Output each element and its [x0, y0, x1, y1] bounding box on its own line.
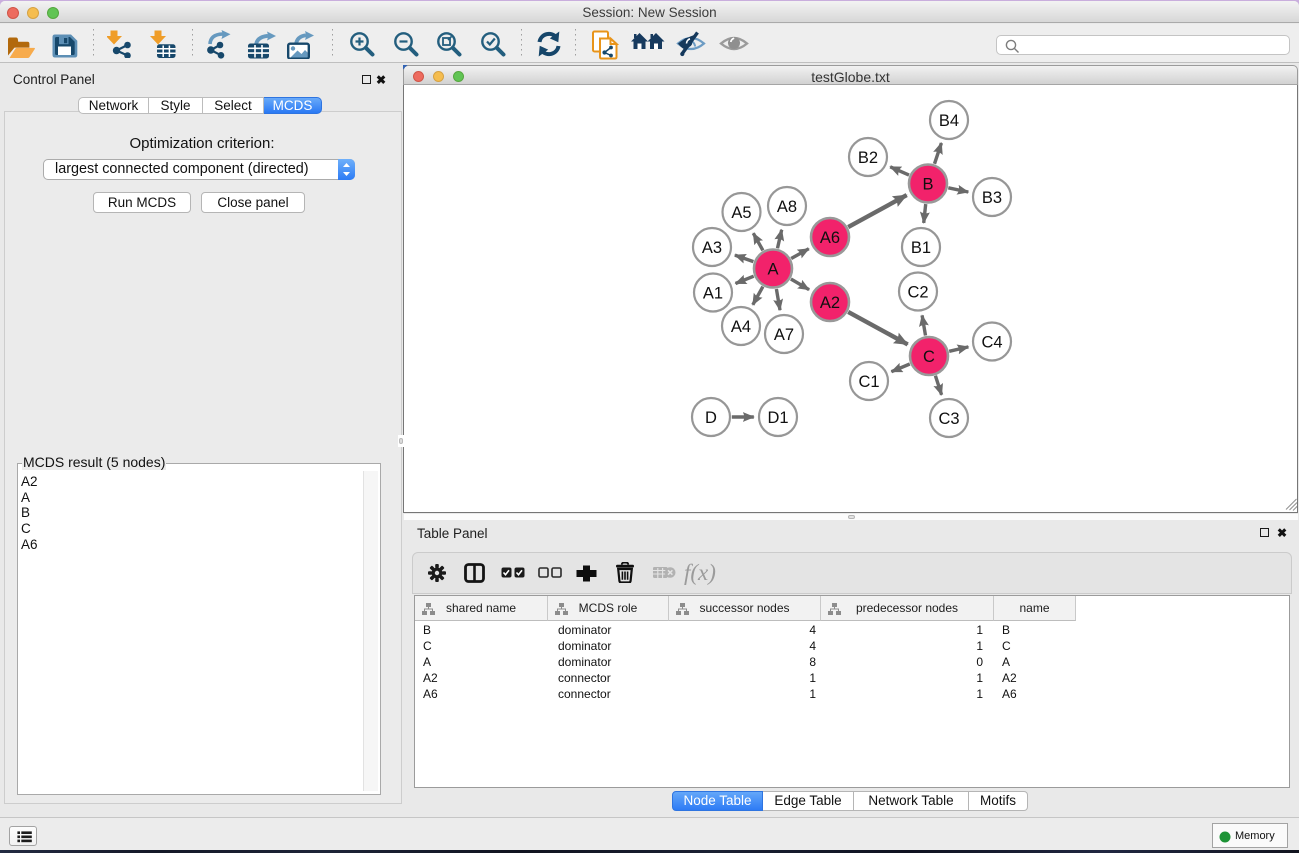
- svg-text:B1: B1: [911, 239, 931, 257]
- svg-text:A: A: [767, 261, 778, 279]
- svg-text:A5: A5: [731, 204, 751, 222]
- svg-text:C: C: [923, 348, 935, 366]
- svg-text:B4: B4: [939, 112, 959, 130]
- svg-text:C2: C2: [907, 284, 928, 302]
- svg-text:B3: B3: [982, 189, 1002, 207]
- svg-text:A2: A2: [820, 294, 840, 312]
- svg-text:A7: A7: [774, 326, 794, 344]
- svg-text:A8: A8: [777, 198, 797, 216]
- svg-text:B2: B2: [858, 149, 878, 167]
- svg-text:C1: C1: [858, 373, 879, 391]
- svg-text:A3: A3: [702, 239, 722, 257]
- svg-text:D: D: [705, 409, 717, 427]
- svg-text:B: B: [922, 176, 933, 194]
- svg-text:A4: A4: [731, 318, 751, 336]
- svg-text:A6: A6: [820, 229, 840, 247]
- svg-text:A1: A1: [703, 285, 723, 303]
- svg-text:C3: C3: [938, 410, 959, 428]
- svg-text:C4: C4: [981, 334, 1002, 352]
- svg-text:D1: D1: [767, 409, 788, 427]
